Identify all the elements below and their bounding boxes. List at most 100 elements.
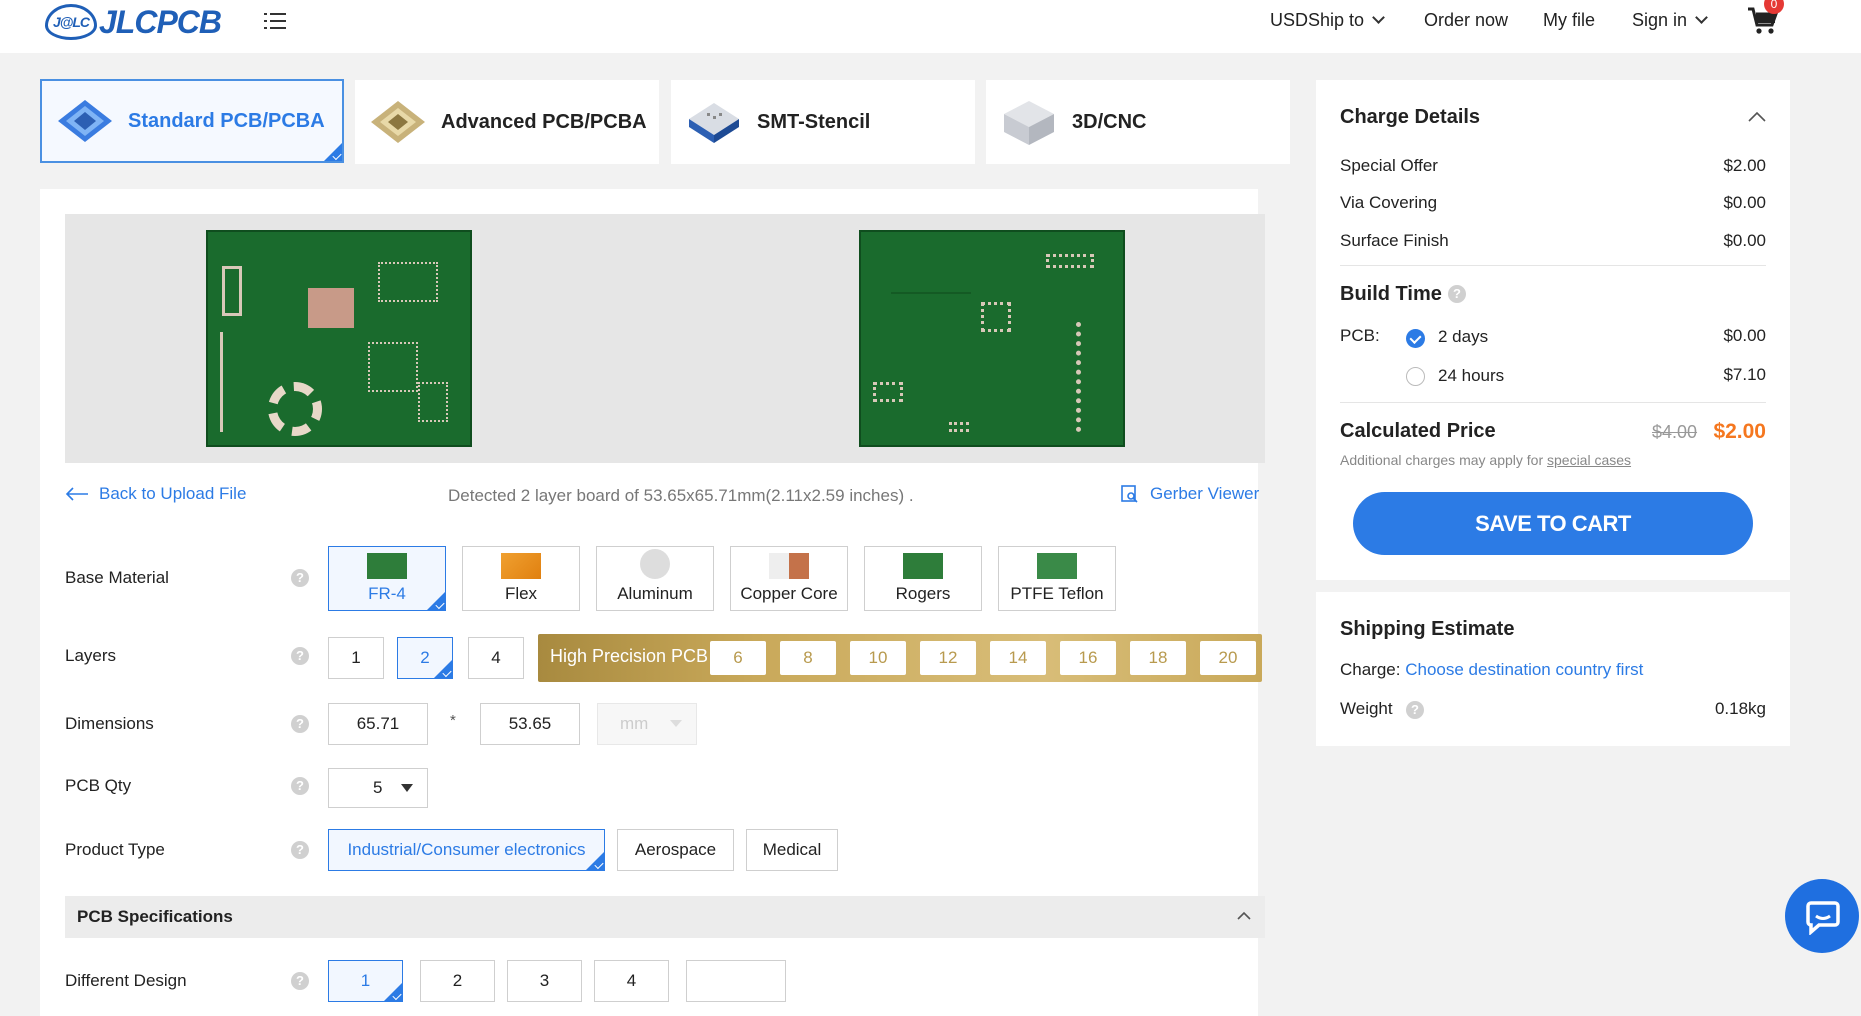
pcb-specifications-title: PCB Specifications (77, 907, 233, 926)
help-icon[interactable]: ? (291, 715, 309, 733)
different-design-option-1[interactable]: 1 (328, 960, 403, 1002)
layers-option-6[interactable]: 6 (710, 641, 766, 675)
tab-standard-pcb[interactable]: Standard PCB/PCBA (40, 79, 344, 163)
shipping-estimate-title: Shipping Estimate (1340, 618, 1515, 640)
rogers-icon (903, 553, 943, 579)
smt-stencil-icon (689, 103, 739, 143)
material-aluminum-option[interactable]: Aluminum (596, 546, 714, 611)
layers-option-10[interactable]: 10 (850, 641, 906, 675)
pcb-top-image (206, 230, 472, 447)
tab-3d-cnc[interactable]: 3D/CNC (986, 80, 1290, 164)
help-icon[interactable]: ? (291, 647, 309, 665)
weight-value: 0.18kg (1714, 699, 1766, 718)
note-text: Additional charges may apply for (1340, 452, 1544, 468)
detected-board-text: Detected 2 layer board of 53.65x65.71mm(… (448, 486, 914, 505)
material-label: Copper Core (740, 584, 838, 603)
gerber-viewer-link[interactable]: Gerber Viewer (1120, 484, 1259, 504)
my-file-link[interactable]: My file (1543, 10, 1595, 31)
chat-button[interactable] (1785, 879, 1859, 953)
tab-smt-stencil[interactable]: SMT-Stencil (671, 80, 975, 164)
cart-count-badge: 0 (1764, 0, 1784, 14)
layers-option-1[interactable]: 1 (328, 637, 384, 679)
menu-list-icon[interactable] (264, 12, 286, 30)
build-2days-price: $0.00 (1723, 326, 1766, 345)
material-ptfe-teflon-option[interactable]: PTFE Teflon (998, 546, 1116, 611)
special-offer-value: $2.00 (1723, 156, 1766, 175)
chat-bubble-icon (1806, 901, 1840, 935)
material-label: Flex (504, 584, 538, 603)
product-type-medical-option[interactable]: Medical (746, 829, 838, 871)
dimension-unit-select[interactable]: mm (597, 703, 697, 745)
back-to-upload-label: Back to Upload File (99, 484, 247, 503)
chevron-down-icon (1372, 11, 1385, 24)
material-copper-core-option[interactable]: Copper Core (730, 546, 848, 611)
layers-option-label: 2 (420, 648, 430, 667)
divider (1340, 265, 1766, 266)
build-24hours-label: 24 hours (1438, 366, 1505, 385)
tab-advanced-pcb[interactable]: Advanced PCB/PCBA (355, 80, 659, 164)
help-icon[interactable]: ? (291, 841, 309, 859)
tab-label: Advanced PCB/PCBA (441, 110, 647, 133)
special-cases-link[interactable]: special cases (1547, 452, 1631, 468)
base-material-label: Base Material (65, 568, 169, 587)
chevron-down-icon (1695, 11, 1708, 24)
different-design-option-3[interactable]: 3 (507, 960, 582, 1002)
shipping-charge-row: Charge: Choose destination country first (1340, 660, 1643, 680)
jlcpcb-logo[interactable]: J@LC JLCPCB (45, 3, 222, 40)
tab-label: SMT-Stencil (757, 110, 871, 133)
different-design-option-4[interactable]: 4 (594, 960, 669, 1002)
order-now-link[interactable]: Order now (1424, 10, 1508, 31)
layers-option-18[interactable]: 18 (1130, 641, 1186, 675)
help-icon[interactable]: ? (291, 569, 309, 587)
build-2days-radio[interactable] (1406, 329, 1425, 348)
pcb-qty-value: 5 (373, 778, 383, 797)
ptfe-teflon-icon (1037, 553, 1077, 579)
logo-text: JLCPCB (99, 3, 222, 40)
material-fr4-option[interactable]: FR-4 (328, 546, 446, 611)
dimension-height-input[interactable]: 53.65 (480, 703, 580, 745)
dimension-width-input[interactable]: 65.71 (328, 703, 428, 745)
product-type-label: Product Type (65, 840, 165, 859)
material-rogers-option[interactable]: Rogers (864, 546, 982, 611)
calculated-price-value: $2.00 (1713, 420, 1766, 443)
material-flex-option[interactable]: Flex (462, 546, 580, 611)
chevron-up-icon (1237, 911, 1251, 920)
different-design-label: Different Design (65, 971, 187, 990)
arrow-left-icon (65, 487, 88, 501)
build-24hours-radio[interactable] (1406, 367, 1425, 386)
product-type-aerospace-option[interactable]: Aerospace (617, 829, 734, 871)
divider (1340, 402, 1766, 403)
help-icon[interactable]: ? (1448, 285, 1466, 303)
pcb-bottom-image (859, 230, 1125, 447)
currency-ship-to[interactable]: USD Ship to (1270, 10, 1385, 31)
via-covering-label: Via Covering (1340, 193, 1438, 212)
different-design-custom-input[interactable] (686, 960, 786, 1002)
additional-charges-note: Additional charges may apply for special… (1340, 452, 1631, 468)
layers-option-8[interactable]: 8 (780, 641, 836, 675)
save-to-cart-button[interactable]: SAVE TO CART (1353, 492, 1753, 555)
layers-option-16[interactable]: 16 (1060, 641, 1116, 675)
chevron-up-icon[interactable] (1748, 112, 1766, 122)
back-to-upload-link[interactable]: Back to Upload File (65, 484, 246, 504)
layers-option-20[interactable]: 20 (1200, 641, 1256, 675)
layers-option-14[interactable]: 14 (990, 641, 1046, 675)
pcb-qty-select[interactable]: 5 (328, 768, 428, 808)
product-type-industrial-option[interactable]: Industrial/Consumer electronics (328, 829, 605, 871)
aluminum-icon (640, 549, 670, 579)
layers-option-2[interactable]: 2 (397, 637, 453, 679)
gerber-preview (65, 214, 1265, 463)
unit-label: mm (620, 714, 649, 733)
fr4-icon (367, 553, 407, 579)
layers-option-12[interactable]: 12 (920, 641, 976, 675)
flex-icon (501, 553, 541, 579)
caret-down-icon (670, 720, 682, 727)
different-design-option-2[interactable]: 2 (420, 960, 495, 1002)
layers-option-4[interactable]: 4 (468, 637, 524, 679)
via-covering-value: $0.00 (1723, 193, 1766, 212)
help-icon[interactable]: ? (291, 972, 309, 990)
help-icon[interactable]: ? (291, 777, 309, 795)
help-icon[interactable]: ? (1406, 701, 1424, 719)
choose-destination-link[interactable]: Choose destination country first (1405, 660, 1643, 679)
sign-in-menu[interactable]: Sign in (1632, 10, 1708, 31)
pcb-specifications-header[interactable]: PCB Specifications (65, 896, 1265, 938)
